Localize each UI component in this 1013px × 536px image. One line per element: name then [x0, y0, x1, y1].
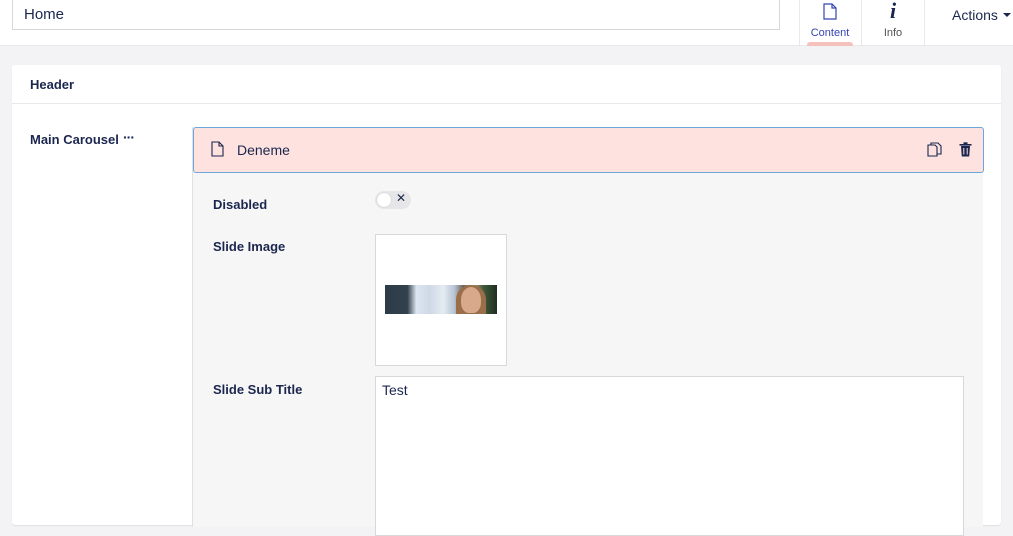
caret-down-icon: [1002, 13, 1011, 17]
copy-icon[interactable]: [927, 142, 942, 162]
disabled-label: Disabled: [213, 197, 268, 212]
block-title: Deneme: [237, 142, 290, 158]
slide-subtitle-label: Slide Sub Title: [213, 382, 303, 397]
trash-icon[interactable]: [959, 142, 972, 162]
document-icon: [823, 1, 837, 21]
tab-info[interactable]: i Info: [862, 0, 924, 46]
tab-content-label: Content: [810, 27, 850, 39]
tab-info-label: Info: [883, 27, 903, 39]
block-item: Deneme Disabled ✕ Slide Image Slide Sub …: [192, 127, 984, 536]
content-name-input[interactable]: [12, 0, 780, 30]
panel-title: Header: [12, 65, 1001, 104]
content-panel: Header Main Carousel ··· Deneme Disabled…: [12, 65, 1001, 536]
slide-image-label: Slide Image: [213, 239, 286, 254]
slide-image-thumbnail: [385, 285, 497, 314]
image-detail: [461, 287, 481, 313]
actions-button[interactable]: Actions: [940, 0, 1013, 30]
top-bar: Content i Info Actions: [0, 0, 1013, 46]
divider: [924, 0, 925, 46]
block-header[interactable]: Deneme: [193, 127, 984, 173]
tab-content[interactable]: Content: [799, 0, 861, 46]
document-icon: [211, 141, 224, 162]
info-icon: i: [889, 0, 897, 23]
property-actions-icon[interactable]: ···: [123, 129, 135, 145]
close-icon: ✕: [396, 191, 407, 205]
slide-subtitle-textarea[interactable]: Test: [375, 376, 964, 536]
toggle-knob: [377, 193, 391, 207]
active-tab-indicator: [807, 42, 853, 46]
property-label: Main Carousel: [30, 132, 119, 147]
actions-label: Actions: [952, 7, 998, 23]
slide-image-picker[interactable]: [375, 234, 507, 366]
disabled-toggle[interactable]: ✕: [375, 191, 411, 209]
